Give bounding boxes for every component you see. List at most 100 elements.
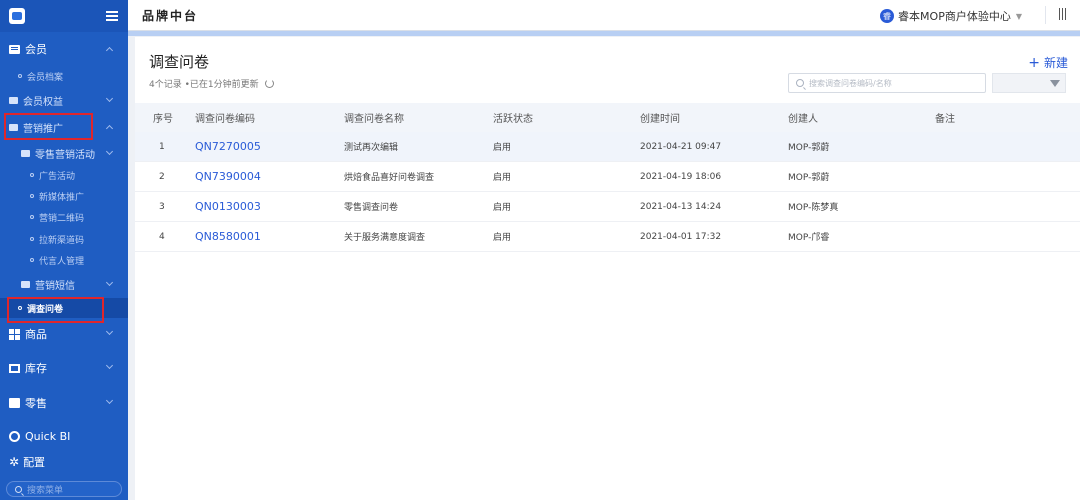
sidebar-item-label: 调查问卷 [27, 304, 64, 315]
sidebar-item-config[interactable]: ✲ 配置 [0, 449, 128, 475]
sidebar-item-label: 零售 [25, 397, 47, 410]
bullet-icon [30, 215, 34, 219]
sidebar-item-label: 营销二维码 [39, 213, 85, 224]
warehouse-icon [9, 363, 20, 373]
sidebar-item-label: 库存 [25, 362, 47, 375]
sidebar-item-label: 营销短信 [35, 280, 75, 292]
sidebar-item-inventory[interactable]: 库存 [0, 355, 128, 381]
sidebar: 会员 会员档案 会员权益 营销推广 零售营销活动 广告活动 新媒体推广 营销二维… [0, 0, 128, 500]
creator-name: MOP-邝睿 [788, 233, 830, 243]
created-time: 2021-04-01 17:32 [640, 231, 722, 242]
grid-icon [9, 328, 20, 340]
table-header: 序号 调查问卷编码 调查问卷名称 活跃状态 创建时间 创建人 备注 [135, 103, 1080, 132]
chevron-down-icon [105, 396, 114, 405]
created-time: 2021-04-13 14:24 [640, 201, 722, 212]
search-placeholder: 搜索调查问卷编码/名称 [809, 78, 892, 88]
row-seq: 2 [159, 171, 165, 182]
page-title: 调查问卷 [149, 53, 210, 71]
table-row[interactable]: 3 QN0130003 零售调查问卷 启用 2021-04-13 14:24 M… [135, 192, 1080, 222]
sidebar-item-retail-campaign[interactable]: 零售营销活动 [0, 143, 128, 163]
sidebar-item-ad-campaign[interactable]: 广告活动 [0, 165, 128, 185]
status-text: 启用 [493, 233, 512, 243]
sidebar-item-survey[interactable]: 调查问卷 [0, 298, 128, 318]
sidebar-item-label: Quick BI [25, 429, 71, 443]
survey-code-link[interactable]: QN0130003 [195, 192, 261, 221]
sidebar-item-label: 营销推广 [23, 123, 63, 135]
member-card-icon [9, 44, 20, 54]
record-count-text: 4个记录 •已在1分钟前更新 [149, 80, 259, 90]
store-icon [9, 398, 20, 408]
app-title: 品牌中台 [142, 8, 199, 23]
survey-code-link[interactable]: QN7270005 [195, 132, 261, 161]
bullet-icon [30, 237, 34, 241]
sidebar-item-channel-code[interactable]: 拉新渠道码 [0, 229, 128, 249]
brand-logo-icon [9, 8, 25, 24]
main-panel: 调查问卷 4个记录 •已在1分钟前更新 + 新建 搜索调查问卷编码/名称 序号 … [135, 37, 1080, 500]
survey-code-link[interactable]: QN7390004 [195, 162, 261, 191]
row-seq: 3 [159, 201, 165, 212]
gear-icon: ✲ [9, 455, 20, 469]
sidebar-item-member[interactable]: 会员 [0, 36, 128, 62]
bullet-icon [18, 74, 22, 78]
chevron-down-icon [105, 147, 114, 156]
new-button[interactable]: + 新建 [1028, 54, 1068, 71]
merchant-switcher[interactable]: 睿 睿本MOP商户体验中心 ▼ [880, 8, 1022, 24]
sidebar-item-spokesperson[interactable]: 代言人管理 [0, 250, 128, 270]
table-row[interactable]: 4 QN8580001 关于服务满意度调查 启用 2021-04-01 17:3… [135, 222, 1080, 252]
sidebar-item-label: 广告活动 [39, 171, 76, 182]
apps-menu-icon[interactable] [1059, 8, 1066, 20]
merchant-name: 睿本MOP商户体验中心 [898, 10, 1011, 23]
column-header-status: 活跃状态 [493, 114, 533, 125]
folder-icon [21, 149, 30, 157]
sidebar-item-label: 配置 [23, 456, 46, 469]
folder-icon [21, 280, 30, 288]
sidebar-item-label: 会员 [25, 43, 47, 56]
menu-toggle-icon[interactable] [106, 11, 118, 21]
bullet-icon [30, 258, 34, 262]
sidebar-item-new-media[interactable]: 新媒体推广 [0, 186, 128, 206]
column-header-seq: 序号 [153, 114, 173, 125]
sidebar-item-quick-bi[interactable]: Quick BI [0, 423, 128, 449]
creator-name: MOP-郭蔚 [788, 143, 830, 153]
refresh-icon[interactable] [264, 79, 274, 88]
status-text: 启用 [493, 173, 512, 183]
chevron-down-icon [105, 361, 114, 370]
sidebar-item-retail[interactable]: 零售 [0, 390, 128, 416]
bullet-icon [30, 194, 34, 198]
merchant-avatar: 睿 [880, 9, 895, 23]
created-time: 2021-04-21 09:47 [640, 141, 722, 152]
survey-code-link[interactable]: QN8580001 [195, 222, 261, 251]
new-button-label: 新建 [1043, 56, 1068, 70]
sidebar-item-label: 会员权益 [23, 96, 63, 108]
column-header-creator: 创建人 [788, 114, 818, 125]
folder-icon [9, 123, 18, 131]
survey-name: 烘焙食品喜好问卷调查 [344, 173, 435, 183]
survey-name: 零售调查问卷 [344, 203, 399, 213]
folder-icon [9, 96, 18, 104]
sidebar-item-goods[interactable]: 商品 [0, 321, 128, 347]
sidebar-item-qr-code[interactable]: 营销二维码 [0, 207, 128, 227]
sidebar-item-sms[interactable]: 营销短信 [0, 274, 128, 294]
status-text: 启用 [493, 203, 512, 213]
quick-bi-icon [9, 430, 20, 442]
survey-search-input[interactable]: 搜索调查问卷编码/名称 [788, 73, 986, 93]
sidebar-item-label: 新媒体推广 [39, 192, 85, 203]
sidebar-item-member-rights[interactable]: 会员权益 [0, 90, 128, 110]
filter-button[interactable] [992, 73, 1066, 93]
sidebar-item-member-profile[interactable]: 会员档案 [0, 66, 128, 86]
table-row[interactable]: 1 QN7270005 测试再次编辑 启用 2021-04-21 09:47 M… [135, 132, 1080, 162]
sidebar-header [0, 0, 128, 32]
sidebar-search-input[interactable]: 搜索菜单 [6, 481, 122, 497]
sidebar-item-label: 零售营销活动 [35, 149, 95, 161]
survey-table: 序号 调查问卷编码 调查问卷名称 活跃状态 创建时间 创建人 备注 1 QN72… [135, 103, 1080, 252]
column-header-note: 备注 [935, 114, 955, 125]
survey-name: 关于服务满意度调查 [344, 233, 426, 243]
sidebar-item-label: 商品 [25, 328, 47, 341]
sidebar-item-marketing[interactable]: 营销推广 [0, 117, 128, 137]
column-header-code: 调查问卷编码 [195, 114, 255, 125]
column-header-name: 调查问卷名称 [344, 114, 404, 125]
table-row[interactable]: 2 QN7390004 烘焙食品喜好问卷调查 启用 2021-04-19 18:… [135, 162, 1080, 192]
row-seq: 1 [159, 141, 165, 152]
bullet-icon [18, 306, 22, 310]
record-meta: 4个记录 •已在1分钟前更新 [149, 77, 274, 90]
